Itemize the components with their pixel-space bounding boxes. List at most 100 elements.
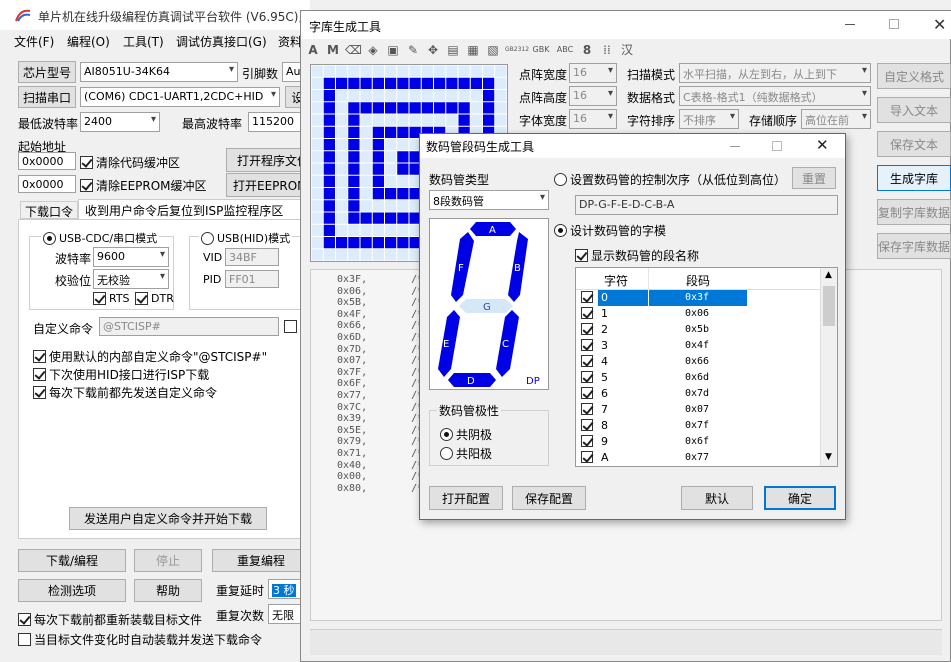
glyph-pixel[interactable]	[458, 102, 470, 114]
glyph-pixel[interactable]	[323, 151, 335, 163]
glyph-pixel[interactable]	[323, 65, 335, 77]
glyph-pixel[interactable]	[495, 90, 507, 102]
glyph-pixel[interactable]	[409, 114, 421, 126]
glyph-pixel[interactable]	[348, 77, 360, 89]
row-checkbox[interactable]	[581, 403, 593, 415]
menu-tools[interactable]: 工具(T)	[123, 33, 164, 50]
glyph-pixel[interactable]	[397, 188, 409, 200]
glyph-pixel[interactable]	[385, 212, 397, 224]
glyph-pixel[interactable]	[336, 114, 348, 126]
gbk-icon[interactable]: GBK	[531, 42, 551, 58]
glyph-pixel[interactable]	[360, 175, 372, 187]
glyph-pixel[interactable]	[311, 200, 323, 212]
table-row[interactable]: 0 0x3f	[576, 290, 821, 306]
char-order-select[interactable]: 不排序 ▾	[679, 109, 739, 129]
glyph-pixel[interactable]	[483, 77, 495, 89]
min-baud-select[interactable]: 2400 ▾	[80, 112, 160, 132]
glyph-pixel[interactable]	[311, 102, 323, 114]
font-width-select[interactable]: 16 ▾	[569, 109, 617, 129]
glyph-pixel[interactable]	[421, 102, 433, 114]
hid-next-checkbox[interactable]: 下次使用HID接口进行ISP下载	[33, 366, 209, 383]
glyph-pixel[interactable]	[385, 200, 397, 212]
glyph-pixel[interactable]	[323, 212, 335, 224]
dot-width-select[interactable]: 16 ▾	[569, 63, 617, 83]
generate-font-button[interactable]: 生成字库	[877, 165, 951, 191]
glyph-pixel[interactable]	[397, 175, 409, 187]
glyph-pixel[interactable]	[336, 65, 348, 77]
glyph-pixel[interactable]	[323, 200, 335, 212]
glyph-pixel[interactable]	[385, 77, 397, 89]
baud-select[interactable]: 9600 ▾	[93, 247, 169, 267]
glyph-pixel[interactable]	[372, 163, 384, 175]
maximize-icon[interactable]	[889, 19, 899, 29]
glyph-pixel[interactable]	[348, 188, 360, 200]
glyph-pixel[interactable]	[458, 114, 470, 126]
glyph-pixel[interactable]	[323, 237, 335, 249]
glyph-pixel[interactable]	[336, 139, 348, 151]
glyph-pixel[interactable]	[323, 126, 335, 138]
glyph-pixel[interactable]	[336, 200, 348, 212]
row-checkbox[interactable]	[581, 339, 593, 351]
glyph-pixel[interactable]	[348, 102, 360, 114]
glyph-pixel[interactable]	[483, 65, 495, 77]
glyph-pixel[interactable]	[336, 163, 348, 175]
glyph-pixel[interactable]	[336, 224, 348, 236]
glyph-pixel[interactable]	[421, 90, 433, 102]
glyph-pixel[interactable]	[458, 90, 470, 102]
glyph-pixel[interactable]	[397, 90, 409, 102]
glyph-pixel[interactable]	[348, 212, 360, 224]
glyph-pixel[interactable]	[323, 77, 335, 89]
glyph-pixel[interactable]	[446, 90, 458, 102]
glyph-pixel[interactable]	[421, 114, 433, 126]
scan-mode-select[interactable]: 水平扫描，从左到右，从上到下 ▾	[679, 63, 871, 83]
dot-height-select[interactable]: 16 ▾	[569, 86, 617, 106]
control-order-radio[interactable]: 设置数码管的控制次序（从低位到高位）	[554, 171, 786, 188]
row-checkbox[interactable]	[581, 355, 593, 367]
glyph-pixel[interactable]	[360, 77, 372, 89]
chinese-icon[interactable]: 汉	[619, 42, 635, 58]
store-order-select[interactable]: 高位在前 ▾	[801, 109, 871, 129]
glyph-pixel[interactable]	[372, 102, 384, 114]
glyph-pixel[interactable]	[323, 224, 335, 236]
glyph-pixel[interactable]	[470, 65, 482, 77]
minimize-icon[interactable]	[730, 146, 740, 147]
glyph-pixel[interactable]	[409, 65, 421, 77]
glyph-pixel[interactable]	[311, 90, 323, 102]
glyph-pixel[interactable]	[385, 163, 397, 175]
glyph-pixel[interactable]	[421, 77, 433, 89]
glyph-pixel[interactable]	[372, 126, 384, 138]
save-as-icon[interactable]: ▧	[485, 42, 501, 58]
tab-download-password[interactable]: 下载口令	[20, 201, 78, 219]
glyph-pixel[interactable]	[348, 90, 360, 102]
glyph-pixel[interactable]	[348, 151, 360, 163]
repeat-program-button[interactable]: 重复编程	[212, 549, 310, 572]
glyph-pixel[interactable]	[372, 65, 384, 77]
glyph-pixel[interactable]	[360, 212, 372, 224]
scroll-up-icon[interactable]: ▲	[825, 270, 832, 280]
row-checkbox[interactable]	[581, 323, 593, 335]
glyph-pixel[interactable]	[495, 114, 507, 126]
glyph-pixel[interactable]	[348, 224, 360, 236]
glyph-pixel[interactable]	[311, 77, 323, 89]
glyph-pixel[interactable]	[385, 224, 397, 236]
row-checkbox[interactable]	[581, 307, 593, 319]
glyph-pixel[interactable]	[348, 200, 360, 212]
chip-model-button[interactable]: 芯片型号	[18, 61, 76, 83]
glyph-pixel[interactable]	[336, 151, 348, 163]
custom-extra-checkbox[interactable]	[284, 320, 297, 333]
help-button[interactable]: 帮助	[134, 579, 202, 602]
row-checkbox[interactable]	[581, 291, 593, 303]
glyph-pixel[interactable]	[311, 126, 323, 138]
glyph-pixel[interactable]	[372, 224, 384, 236]
glyph-pixel[interactable]	[446, 114, 458, 126]
scroll-down-icon[interactable]: ▼	[825, 452, 832, 462]
open-program-button[interactable]: 打开程序文件	[226, 148, 310, 172]
glyph-pixel[interactable]	[470, 102, 482, 114]
table-row[interactable]: 4 0x66	[576, 354, 821, 370]
table-row[interactable]: A 0x77	[576, 450, 821, 466]
minimize-icon[interactable]	[845, 24, 855, 25]
glyph-pixel[interactable]	[385, 139, 397, 151]
font-a-icon[interactable]: A	[305, 42, 321, 58]
glyph-pixel[interactable]	[434, 102, 446, 114]
glyph-pixel[interactable]	[385, 175, 397, 187]
